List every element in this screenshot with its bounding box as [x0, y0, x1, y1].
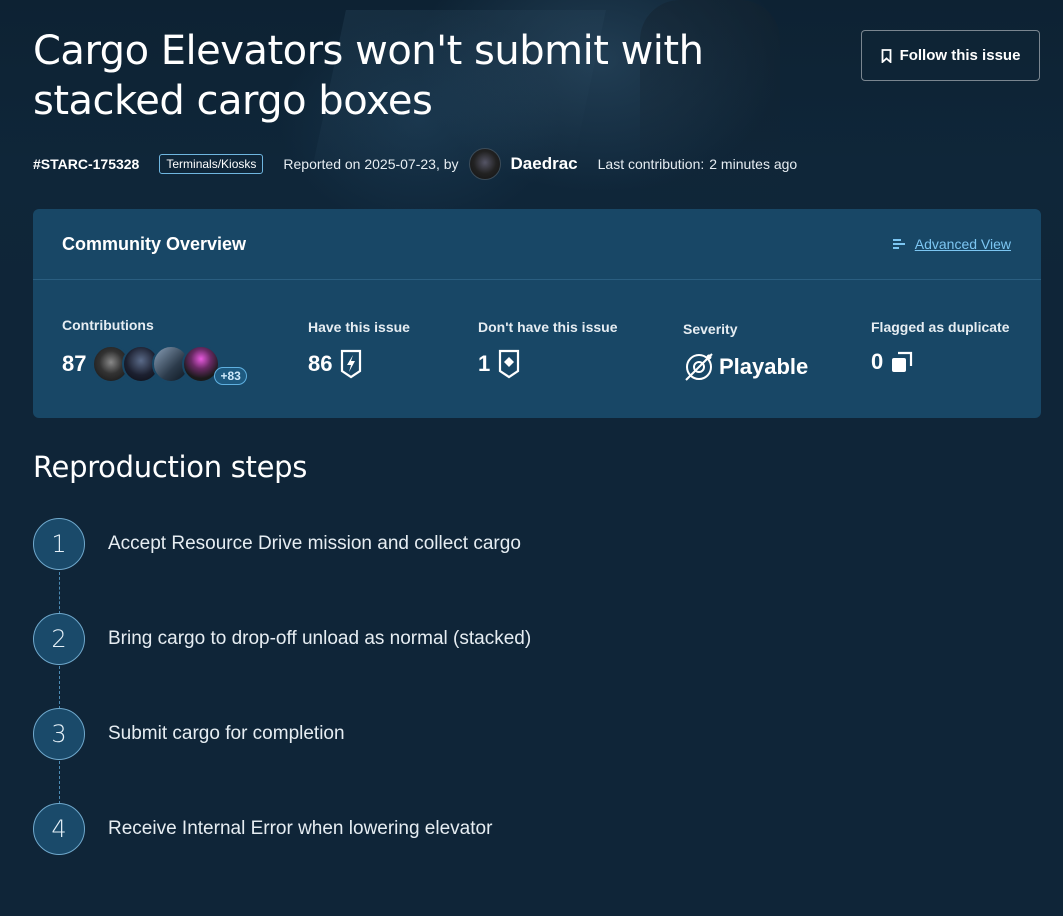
duplicate-icon[interactable]: [889, 349, 915, 375]
stat-contributions-label: Contributions: [62, 317, 154, 333]
playable-icon: [685, 353, 713, 381]
last-contribution-label: Last contribution:: [597, 156, 705, 172]
follow-issue-button[interactable]: Follow this issue: [861, 30, 1040, 81]
repro-step: 4 Receive Internal Error when lowering e…: [33, 803, 492, 855]
category-tag[interactable]: Terminals/Kiosks: [159, 154, 264, 174]
bookmark-icon: [881, 48, 891, 63]
step-text: Accept Resource Drive mission and collec…: [108, 533, 521, 554]
stat-severity: Severity Playable: [683, 321, 808, 383]
stat-dont-have-issue-label: Don't have this issue: [478, 319, 618, 335]
stat-duplicate: Flagged as duplicate 0: [871, 319, 1009, 375]
stat-duplicate-value: 0: [871, 349, 884, 374]
advanced-view-label: Advanced View: [914, 236, 1011, 252]
stat-duplicate-label: Flagged as duplicate: [871, 319, 1010, 335]
step-connector: [59, 666, 60, 709]
follow-issue-label: Follow this issue: [899, 47, 1021, 64]
list-icon: [892, 239, 905, 249]
advanced-view-link[interactable]: Advanced View: [892, 236, 1011, 252]
step-connector: [59, 761, 60, 804]
more-contributors-badge[interactable]: +83: [214, 367, 247, 385]
repro-step: 3 Submit cargo for completion: [33, 708, 345, 760]
step-number: 3: [33, 708, 85, 760]
community-overview-title: Community Overview: [62, 234, 247, 254]
repro-step: 1 Accept Resource Drive mission and coll…: [33, 518, 521, 570]
step-text: Submit cargo for completion: [108, 723, 345, 744]
last-contribution-value: 2 minutes ago: [709, 156, 798, 172]
step-number: 2: [33, 613, 85, 665]
stat-have-issue-value: 86: [308, 351, 333, 376]
step-connector: [59, 572, 60, 614]
reproduction-steps-title: Reproduction steps: [33, 450, 308, 484]
community-overview-header: Community Overview Advanced View: [33, 209, 1041, 280]
stat-severity-value: Playable: [719, 354, 809, 379]
stat-dont-have-issue-value: 1: [478, 351, 491, 376]
step-number: 1: [33, 518, 85, 570]
reported-text: Reported on 2025-07-23, by: [283, 156, 459, 172]
author-name[interactable]: Daedrac: [511, 154, 578, 174]
stat-have-issue: Have this issue 86: [308, 319, 410, 379]
step-number: 4: [33, 803, 85, 855]
repro-step: 2 Bring cargo to drop-off unload as norm…: [33, 613, 531, 665]
stat-dont-have-issue: Don't have this issue 1: [478, 319, 617, 379]
contributor-avatars: +83: [92, 345, 247, 385]
plus-shield-icon[interactable]: [498, 349, 520, 379]
lightning-shield-icon[interactable]: [340, 349, 362, 379]
step-text: Receive Internal Error when lowering ele…: [108, 818, 493, 839]
issue-id: #STARC-175328: [33, 156, 140, 172]
stat-contributions-value: 87: [62, 351, 87, 376]
stat-contributions: Contributions 87 +83: [62, 317, 247, 385]
issue-meta: #STARC-175328 Terminals/Kiosks Reported …: [33, 148, 797, 180]
step-text: Bring cargo to drop-off unload as normal…: [108, 628, 532, 649]
community-overview-panel: Community Overview Advanced View Contrib…: [33, 209, 1041, 418]
stat-severity-label: Severity: [683, 321, 738, 337]
last-contribution: Last contribution: 2 minutes ago: [598, 156, 798, 172]
author-avatar[interactable]: [468, 148, 501, 180]
issue-title: Cargo Elevators won't submit with stacke…: [33, 28, 704, 124]
stat-have-issue-label: Have this issue: [308, 319, 410, 335]
